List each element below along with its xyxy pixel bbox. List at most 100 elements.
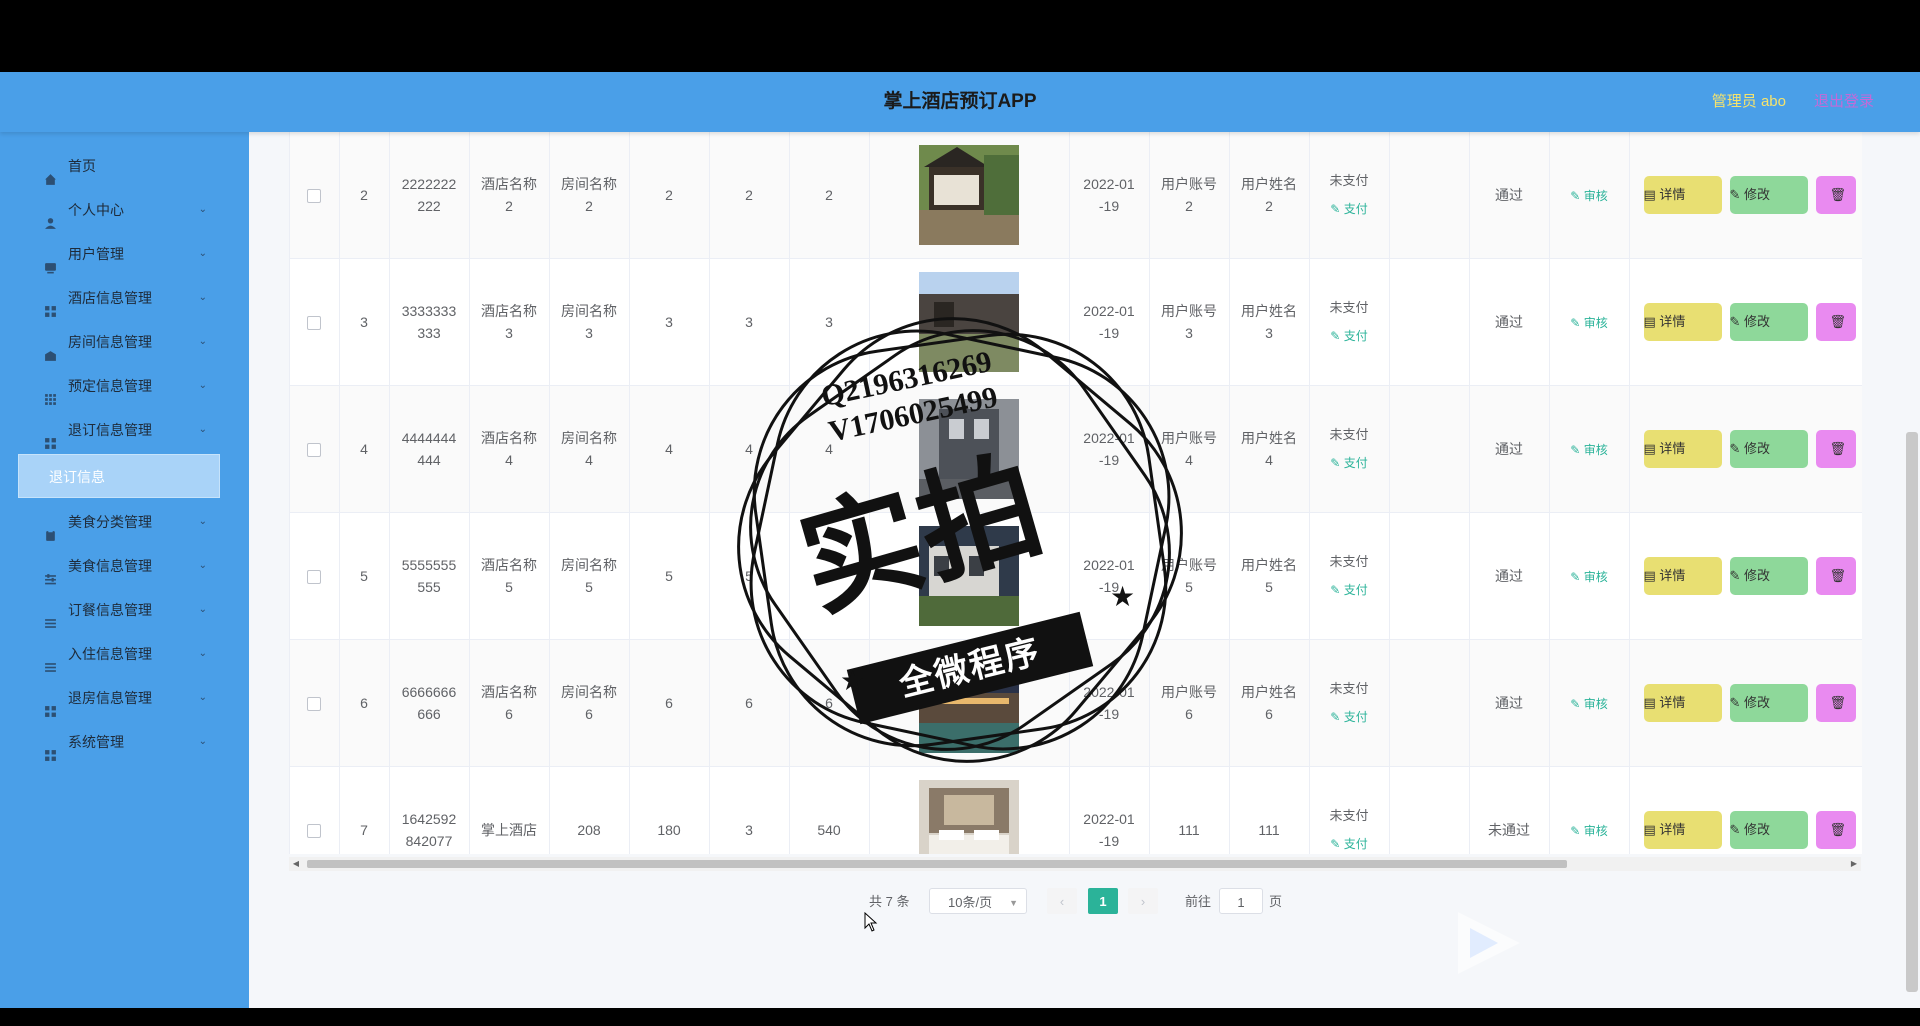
vertical-scrollbar[interactable] <box>1906 432 1918 992</box>
delete-button[interactable]: 🗑 <box>1815 557 1856 595</box>
room-name: 房间名称 3 <box>561 303 617 341</box>
chevron-down-icon: ⌄ <box>198 648 207 659</box>
detail-button[interactable]: ▤ 详情 <box>1643 811 1722 849</box>
user-name: 用户姓名 4 <box>1241 430 1297 468</box>
user-account: 用户账号 5 <box>1161 557 1217 595</box>
stay-days: 3 <box>745 314 753 330</box>
row-index: 7 <box>360 822 368 838</box>
review-status: 通过 <box>1495 568 1523 584</box>
audit-link[interactable]: ✎ 审核 <box>1570 316 1607 330</box>
sidebar-item-label: 订餐信息管理 <box>68 602 152 618</box>
sidebar-item-items_after-0[interactable]: 美食分类管理 ⌄ <box>0 500 249 544</box>
delete-button[interactable]: 🗑 <box>1815 811 1856 849</box>
total-amount: 2 <box>825 187 833 203</box>
edit-button[interactable]: ✎ 修改 <box>1729 430 1808 468</box>
row-checkbox[interactable] <box>307 697 322 712</box>
sidebar-item-items_after-2[interactable]: 订餐信息管理 ⌄ <box>0 588 249 632</box>
pay-link[interactable]: ✎ 支付 <box>1310 833 1389 854</box>
sidebar-subitem-refund-info[interactable]: 退订信息 <box>18 454 220 498</box>
audit-link-label: 审核 <box>1583 442 1608 457</box>
logout-link[interactable]: 退出登录 <box>1814 72 1874 132</box>
review-status: 未通过 <box>1488 822 1530 838</box>
room-photo <box>919 780 1019 854</box>
prev-page-button[interactable]: ‹ <box>1047 888 1077 914</box>
audit-link[interactable]: ✎ 审核 <box>1570 697 1607 711</box>
audit-link[interactable]: ✎ 审核 <box>1570 189 1607 203</box>
pen-icon: ✎ <box>1570 696 1584 711</box>
sidebar-item-label: 退房信息管理 <box>68 690 152 706</box>
pay-link[interactable]: ✎ 支付 <box>1310 706 1389 728</box>
sidebar-item-label: 首页 <box>68 158 96 174</box>
scroll-left-icon[interactable]: ◀ <box>289 857 303 871</box>
edit-button[interactable]: ✎ 修改 <box>1729 557 1808 595</box>
audit-link[interactable]: ✎ 审核 <box>1570 570 1607 584</box>
sidebar-item-items_after-4[interactable]: 退房信息管理 ⌄ <box>0 676 249 720</box>
hotel-name: 酒店名称 4 <box>481 430 537 468</box>
chevron-down-icon: ⌄ <box>198 560 207 571</box>
pay-link[interactable]: ✎ 支付 <box>1310 452 1389 474</box>
edit-button[interactable]: ✎ 修改 <box>1729 684 1808 722</box>
pen-icon: ✎ <box>1330 837 1344 851</box>
sidebar: 首页个人中心 ⌄ 用户管理 ⌄ 酒店信息管理 ⌄ 房间信息管理 ⌄ 预定信息管理 ⌄ 退订信息管理 ⌄… <box>0 132 249 1008</box>
row-checkbox[interactable] <box>307 189 322 204</box>
row-checkbox[interactable] <box>307 443 322 458</box>
booking-date: 2022-01 -19 <box>1083 811 1135 849</box>
chevron-down-icon: ⌄ <box>198 604 207 615</box>
current-page-button[interactable]: 1 <box>1088 888 1118 914</box>
sidebar-item-items_after-1[interactable]: 美食信息管理 ⌄ <box>0 544 249 588</box>
stay-days: 2 <box>745 187 753 203</box>
page-size-select[interactable]: 10条/页 ▼ <box>929 888 1027 914</box>
detail-button[interactable]: ▤ 详情 <box>1643 303 1722 341</box>
detail-button[interactable]: ▤ 详情 <box>1643 557 1722 595</box>
order-number: 4444444 444 <box>401 430 457 468</box>
row-checkbox[interactable] <box>307 570 322 585</box>
pay-link[interactable]: ✎ 支付 <box>1310 198 1389 220</box>
horizontal-scrollbar[interactable]: ◀ ▶ <box>289 857 1861 871</box>
delete-button[interactable]: 🗑 <box>1815 684 1856 722</box>
scrollbar-thumb[interactable] <box>307 860 1567 868</box>
pen-icon: ✎ <box>1330 710 1344 724</box>
sidebar-item-items-5[interactable]: 预定信息管理 ⌄ <box>0 364 249 408</box>
delete-button[interactable]: 🗑 <box>1815 176 1856 214</box>
audit-link[interactable]: ✎ 审核 <box>1570 443 1607 457</box>
sidebar-item-items-6[interactable]: 退订信息管理 ⌄ <box>0 408 249 452</box>
sidebar-item-items-3[interactable]: 酒店信息管理 ⌄ <box>0 276 249 320</box>
edit-button[interactable]: ✎ 修改 <box>1729 811 1808 849</box>
pen-icon: ✎ <box>1729 314 1745 329</box>
scroll-right-icon[interactable]: ▶ <box>1847 857 1861 871</box>
user-account: 用户账号 6 <box>1161 684 1217 722</box>
goto-page-input[interactable]: 1 <box>1219 888 1263 914</box>
table-row: 5 5555555 555 酒店名称 5 房间名称 5 5 5 5 2022-01 -19 用户… <box>290 512 1862 640</box>
pay-link[interactable]: ✎ 支付 <box>1310 579 1389 601</box>
room-name: 房间名称 5 <box>561 557 617 595</box>
delete-button[interactable]: 🗑 <box>1815 430 1856 468</box>
review-status: 通过 <box>1495 695 1523 711</box>
detail-button[interactable]: ▤ 详情 <box>1643 176 1722 214</box>
home-icon <box>44 159 57 185</box>
sidebar-item-items_after-3[interactable]: 入住信息管理 ⌄ <box>0 632 249 676</box>
delete-button[interactable]: 🗑 <box>1815 303 1856 341</box>
sidebar-item-items_after-5[interactable]: 系统管理 ⌄ <box>0 720 249 764</box>
sidebar-item-label: 美食信息管理 <box>68 558 152 574</box>
row-checkbox[interactable] <box>307 824 322 839</box>
document-icon: ▤ <box>1643 568 1660 583</box>
sidebar-item-items-0[interactable]: 首页 <box>0 144 249 188</box>
sidebar-item-items-2[interactable]: 用户管理 ⌄ <box>0 232 249 276</box>
sidebar-item-items-1[interactable]: 个人中心 ⌄ <box>0 188 249 232</box>
pay-link[interactable]: ✎ 支付 <box>1310 325 1389 347</box>
clipboard-icon <box>44 515 57 541</box>
sidebar-item-items-4[interactable]: 房间信息管理 ⌄ <box>0 320 249 364</box>
room-photo <box>919 526 1019 626</box>
row-checkbox[interactable] <box>307 316 322 331</box>
detail-button[interactable]: ▤ 详情 <box>1643 684 1722 722</box>
next-page-button[interactable]: › <box>1128 888 1158 914</box>
hotel-name: 酒店名称 5 <box>481 557 537 595</box>
app-title: 掌上酒店预订APP <box>883 91 1037 112</box>
edit-button[interactable]: ✎ 修改 <box>1729 176 1808 214</box>
chevron-down-icon: ⌄ <box>198 292 207 303</box>
edit-button[interactable]: ✎ 修改 <box>1729 303 1808 341</box>
detail-button[interactable]: ▤ 详情 <box>1643 430 1722 468</box>
order-number: 6666666 666 <box>401 684 457 722</box>
audit-link[interactable]: ✎ 审核 <box>1570 824 1607 838</box>
sliders-icon <box>44 559 57 585</box>
